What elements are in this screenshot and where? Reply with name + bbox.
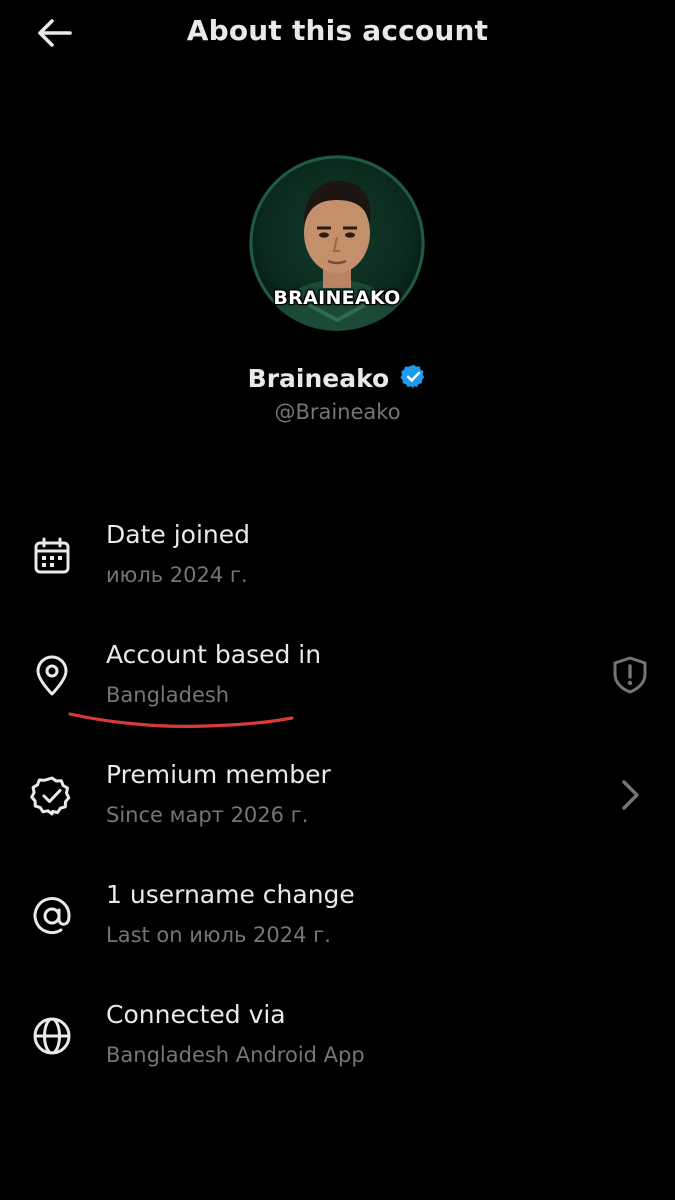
row-title: Connected via: [106, 1000, 286, 1029]
display-name: Braineako: [247, 364, 390, 393]
at-sign-icon: [30, 894, 74, 938]
row-username-change: 1 username change Last on июль 2024 г.: [0, 860, 675, 970]
row-subtitle: Since март 2026 г.: [106, 803, 309, 827]
display-name-row: Braineako: [0, 364, 675, 398]
badge-check-icon: [30, 774, 74, 818]
row-subtitle: Bangladesh Android App: [106, 1043, 365, 1067]
chevron-right-icon[interactable]: [609, 774, 651, 816]
red-underline-annotation: [68, 712, 294, 728]
profile-summary: BRAINEAKO Braineako @Braineako: [0, 150, 675, 440]
row-title: Premium member: [106, 760, 331, 789]
top-app-bar: About this account: [0, 0, 675, 70]
row-date-joined: Date joined июль 2024 г.: [0, 500, 675, 610]
user-handle: @Braineako: [274, 400, 401, 424]
row-premium-member[interactable]: Premium member Since март 2026 г.: [0, 740, 675, 850]
shield-alert-icon[interactable]: [609, 654, 651, 696]
avatar[interactable]: BRAINEAKO: [249, 155, 425, 331]
location-pin-icon: [30, 654, 74, 698]
row-title: 1 username change: [106, 880, 355, 909]
globe-icon: [30, 1014, 74, 1058]
row-title: Account based in: [106, 640, 322, 669]
calendar-icon: [30, 534, 74, 578]
page-title: About this account: [186, 14, 489, 47]
avatar-caption: BRAINEAKO: [273, 287, 401, 309]
row-subtitle: Last on июль 2024 г.: [106, 923, 331, 947]
verified-badge-icon: [400, 363, 427, 390]
row-subtitle: июль 2024 г.: [106, 563, 248, 587]
row-title: Date joined: [106, 520, 250, 549]
row-connected-via: Connected via Bangladesh Android App: [0, 980, 675, 1090]
